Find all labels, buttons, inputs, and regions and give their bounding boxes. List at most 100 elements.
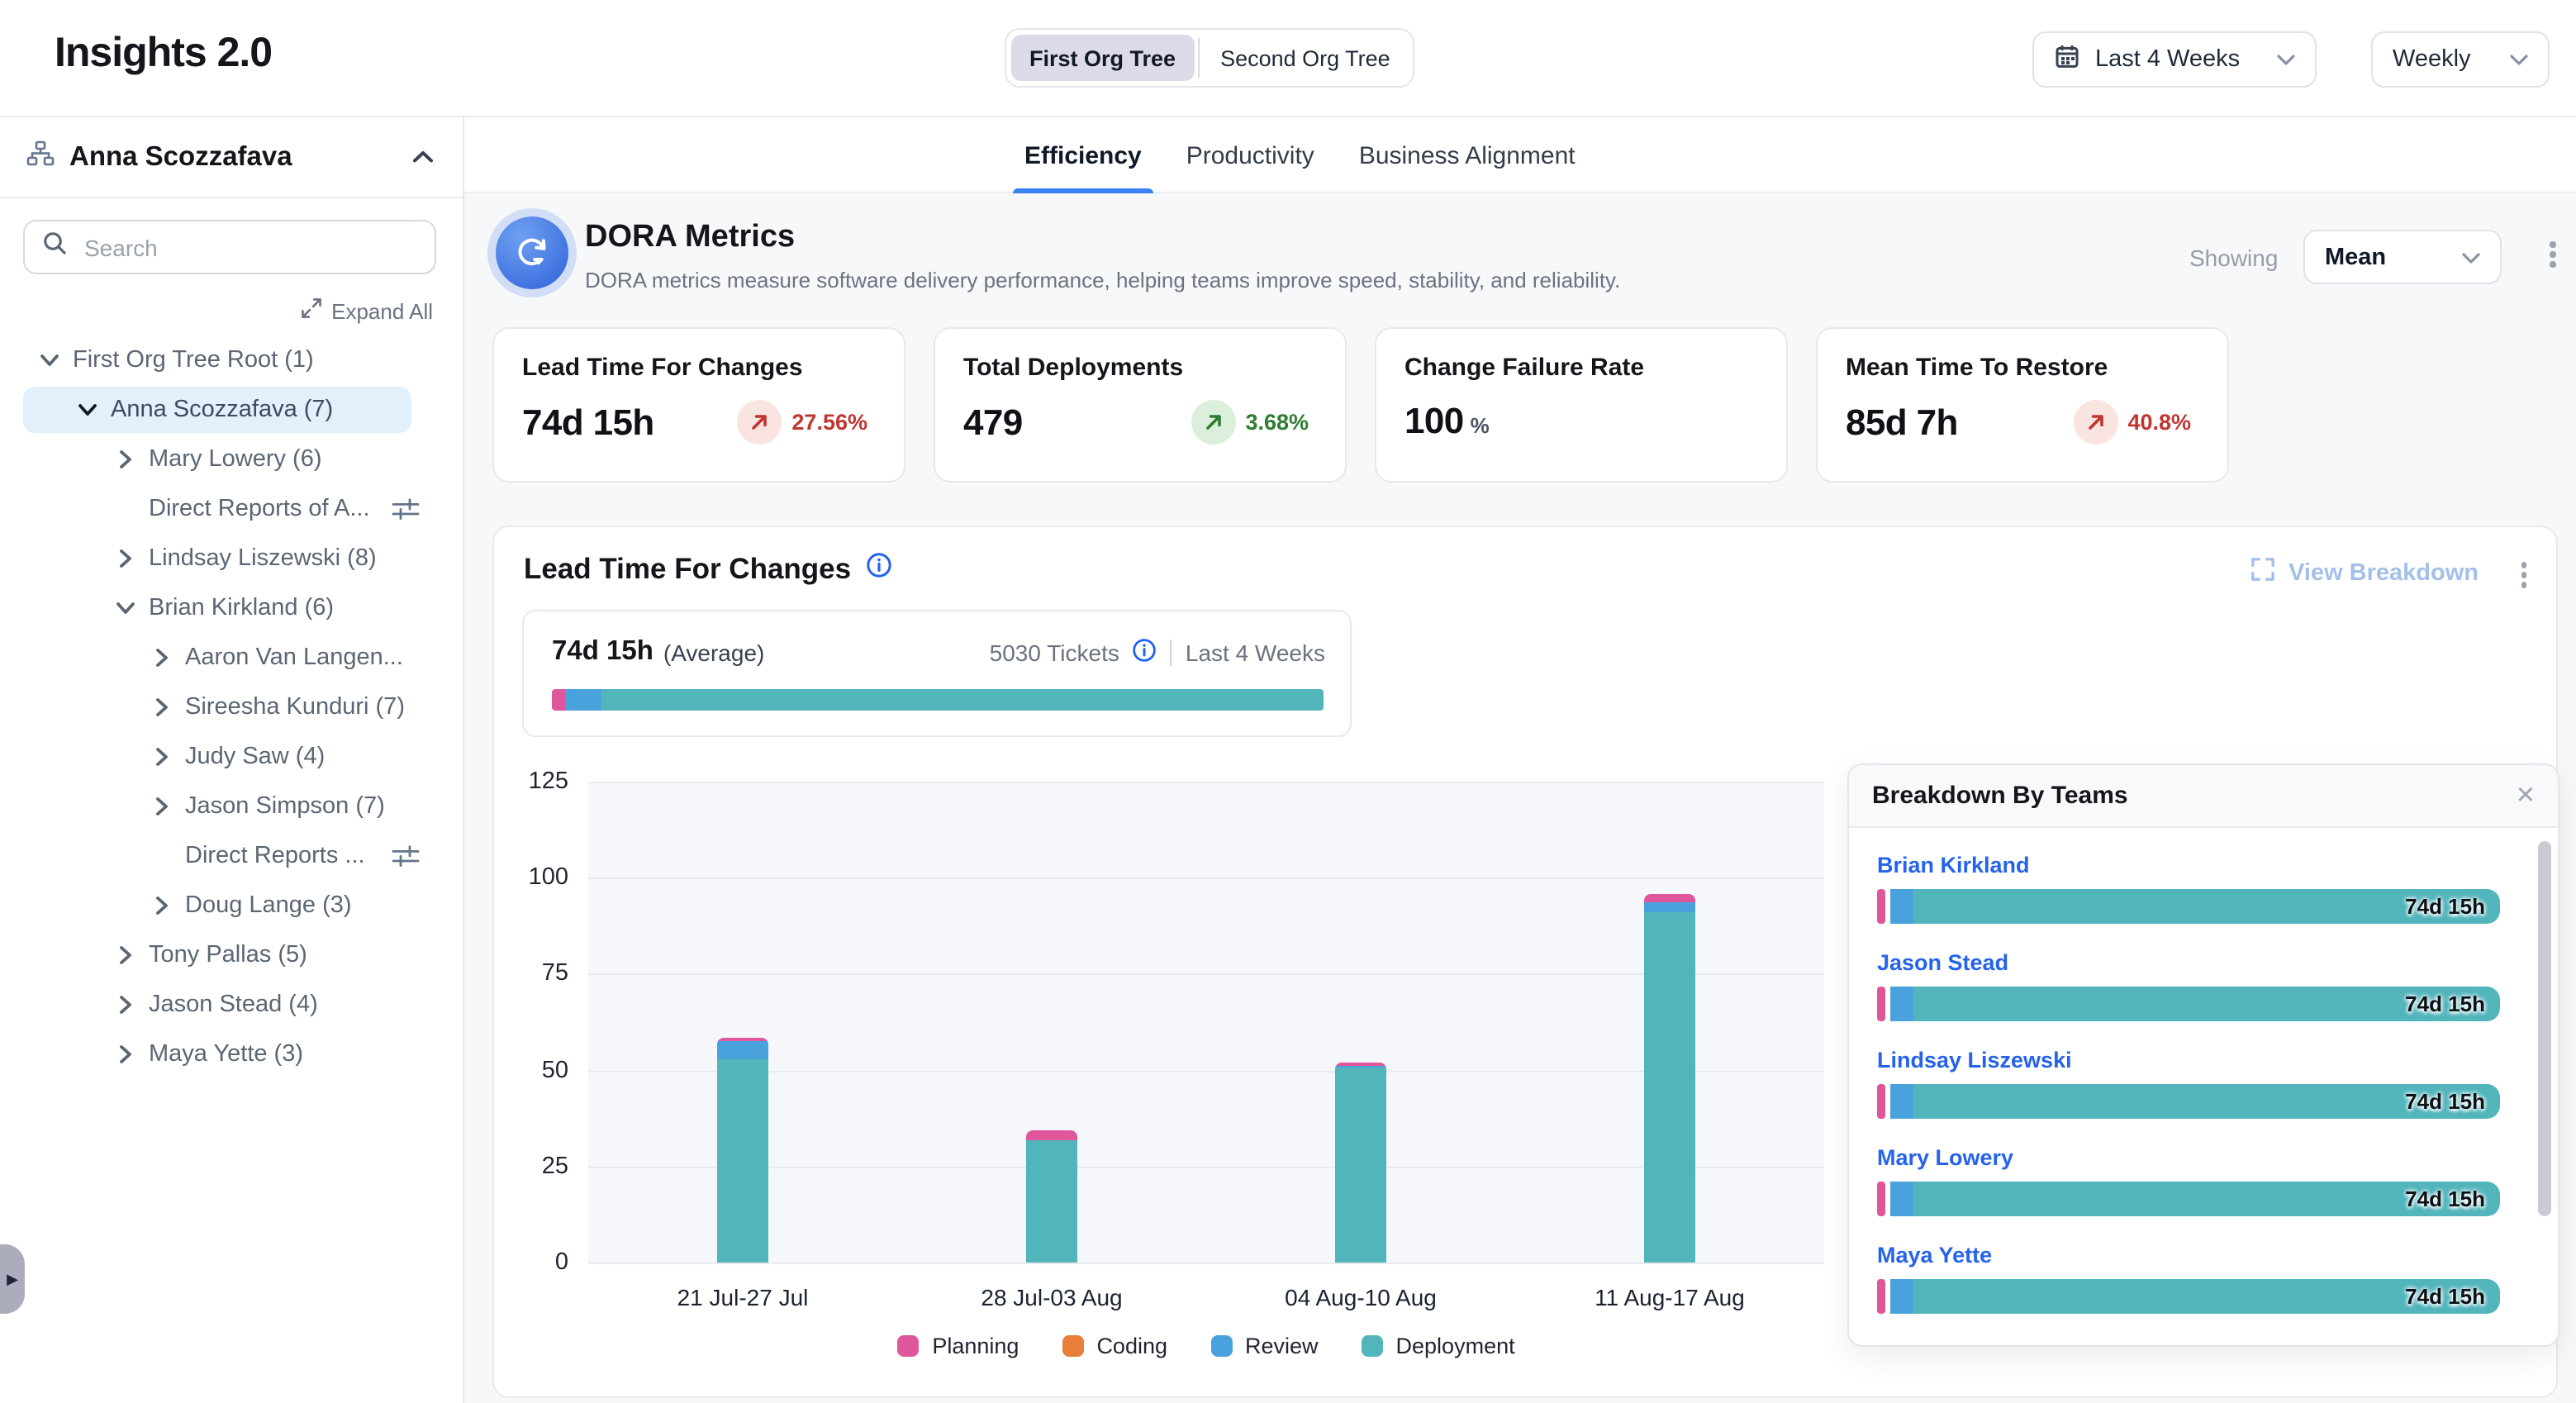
tree-item-label: Judy Saw (4) [185,744,325,770]
chevron-right-icon[interactable] [152,896,172,916]
tree-item[interactable]: First Org Tree Root (1) [0,335,463,385]
breakdown-panel-title: Breakdown By Teams [1872,782,2128,810]
info-icon[interactable] [866,552,892,587]
org-tree-toggle-first[interactable]: First Org Tree [1011,35,1194,81]
chevron-right-icon[interactable] [152,648,172,668]
chevron-down-icon[interactable] [78,400,97,420]
tree-item[interactable]: Judy Saw (4) [0,732,463,782]
legend-item-planning: Planning [897,1334,1019,1358]
tab-productivity[interactable]: Productivity [1186,117,1314,193]
metric-delta-value: 40.8% [2127,410,2191,435]
tree-item[interactable]: Direct Reports of A... [0,484,463,534]
scrollbar-thumb[interactable] [2538,841,2551,1216]
filter-sliders-icon[interactable] [392,497,420,521]
legend-swatch [1362,1335,1383,1357]
header-controls: Last 4 Weeks Weekly [2032,31,2550,88]
aggregation-value: Mean [2325,244,2447,270]
bar-segment-deployment: 74d 15h [1913,1279,2500,1314]
sidebar-header[interactable]: Anna Scozzafava [0,117,463,198]
tree-item[interactable]: Mary Lowery (6) [0,435,463,484]
close-icon[interactable]: × [2517,780,2535,811]
tree-item[interactable]: Anna Scozzafava (7) [0,385,463,435]
tree-item[interactable]: Tony Pallas (5) [0,930,463,980]
filter-sliders-icon[interactable] [392,844,420,868]
org-tree-toggle: First Org Tree Second Org Tree [1005,28,1415,88]
search-icon [41,230,68,264]
breakdown-member-link[interactable]: Maya Yette [1877,1243,1992,1267]
stacked-bar-21-jul-27-jul [717,1038,768,1263]
lead-time-chart-plot: 025507510012521 Jul-27 Jul28 Jul-03 Aug0… [588,782,1824,1263]
dora-metrics-title: DORA Metrics [585,220,795,256]
breakdown-member-link[interactable]: Brian Kirkland [1877,853,2030,877]
tab-efficiency[interactable]: Efficiency [1024,117,1142,193]
bar-segment-review [1890,1279,1913,1314]
chevron-right-icon[interactable] [152,797,172,816]
y-axis-tick-label: 75 [502,961,568,987]
tree-item[interactable]: Brian Kirkland (6) [0,583,463,633]
tree-item[interactable]: Sireesha Kunduri (7) [0,682,463,732]
bar-segment-planning [1877,1182,1885,1216]
metric-card-mean-time-to-restore: Mean Time To Restore 85d 7h 40.8% [1816,327,2229,483]
chevron-down-icon [2510,46,2528,73]
info-icon[interactable] [1133,637,1157,667]
chevron-right-icon[interactable] [116,945,135,965]
chevron-right-icon[interactable] [116,549,135,568]
tree-item[interactable]: Aaron Van Langen... [0,633,463,682]
tree-item[interactable]: Jason Stead (4) [0,980,463,1030]
lead-time-kebab-menu[interactable] [2514,555,2533,594]
sidebar-collapse-handle[interactable]: ▶ [0,1244,25,1314]
chevron-right-icon[interactable] [152,747,172,767]
chevron-right-icon[interactable] [116,1044,135,1064]
expand-all-icon [300,297,321,324]
breakdown-stacked-bar: 74d 15h [1877,889,2500,924]
legend-swatch [897,1335,919,1357]
aggregation-dropdown[interactable]: Mean [2303,230,2502,284]
breakdown-panel: Breakdown By Teams × Brian Kirkland 74d … [1847,763,2559,1347]
bar-segment-review [1890,987,1913,1021]
metric-card-change-failure-rate: Change Failure Rate 100% [1375,327,1788,483]
chevron-right-icon[interactable] [116,449,135,469]
average-range: Last 4 Weeks [1186,639,1325,665]
metric-card-value: 479 [963,401,1023,444]
chevron-right-icon[interactable] [152,697,172,717]
tree-item-label: Sireesha Kunduri (7) [185,694,405,721]
avg-bar-segment-planning [552,689,565,711]
granularity-dropdown[interactable]: Weekly [2371,31,2550,88]
tree-item-label: Tony Pallas (5) [149,942,307,968]
bar-segment-planning [1644,893,1695,903]
expand-all-button[interactable]: Expand All [0,297,433,324]
tree-item[interactable]: Direct Reports ... [0,831,463,881]
bar-segment-deployment: 74d 15h [1913,1084,2500,1119]
tree-item[interactable]: Maya Yette (3) [0,1030,463,1079]
chevron-down-icon[interactable] [40,350,59,370]
breakdown-stacked-bar: 74d 15h [1877,1182,2500,1216]
chevron-down-icon[interactable] [116,598,135,618]
bar-segment-review [1644,903,1695,913]
chevron-up-icon[interactable] [413,150,433,164]
chevron-right-icon[interactable] [116,995,135,1015]
tree-item[interactable]: Jason Simpson (7) [0,782,463,831]
tree-item[interactable]: Doug Lange (3) [0,881,463,930]
breakdown-member-link[interactable]: Lindsay Liszewski [1877,1048,2072,1072]
gridline [588,1070,1824,1072]
bar-segment-deployment: 74d 15h [1913,889,2500,924]
y-axis-tick-label: 0 [502,1249,568,1276]
metric-card-value: 100 [1404,400,1464,443]
date-range-dropdown[interactable]: Last 4 Weeks [2032,31,2317,88]
breakdown-member-link[interactable]: Jason Stead [1877,950,2008,975]
tree-item-label: Doug Lange (3) [185,892,352,919]
scrollbar-track [2538,841,2551,1329]
tree-item[interactable]: Lindsay Liszewski (8) [0,534,463,583]
org-tree: First Org Tree Root (1) Anna Scozzafava (… [0,335,463,1079]
dora-kebab-menu[interactable] [2543,235,2562,273]
view-breakdown-button[interactable]: View Breakdown [2250,557,2479,588]
avg-bar-segment-review [565,689,601,711]
tree-item-label: Lindsay Liszewski (8) [149,545,377,572]
tab-business-alignment[interactable]: Business Alignment [1359,117,1576,193]
org-tree-toggle-second[interactable]: Second Org Tree [1202,35,1409,81]
breakdown-member-link[interactable]: Mary Lowery [1877,1145,2013,1170]
metric-delta: 40.8% [2073,400,2191,445]
tree-item-label: Anna Scozzafava (7) [111,397,333,423]
toggle-divider [1197,38,1199,78]
search-input[interactable] [81,232,418,262]
